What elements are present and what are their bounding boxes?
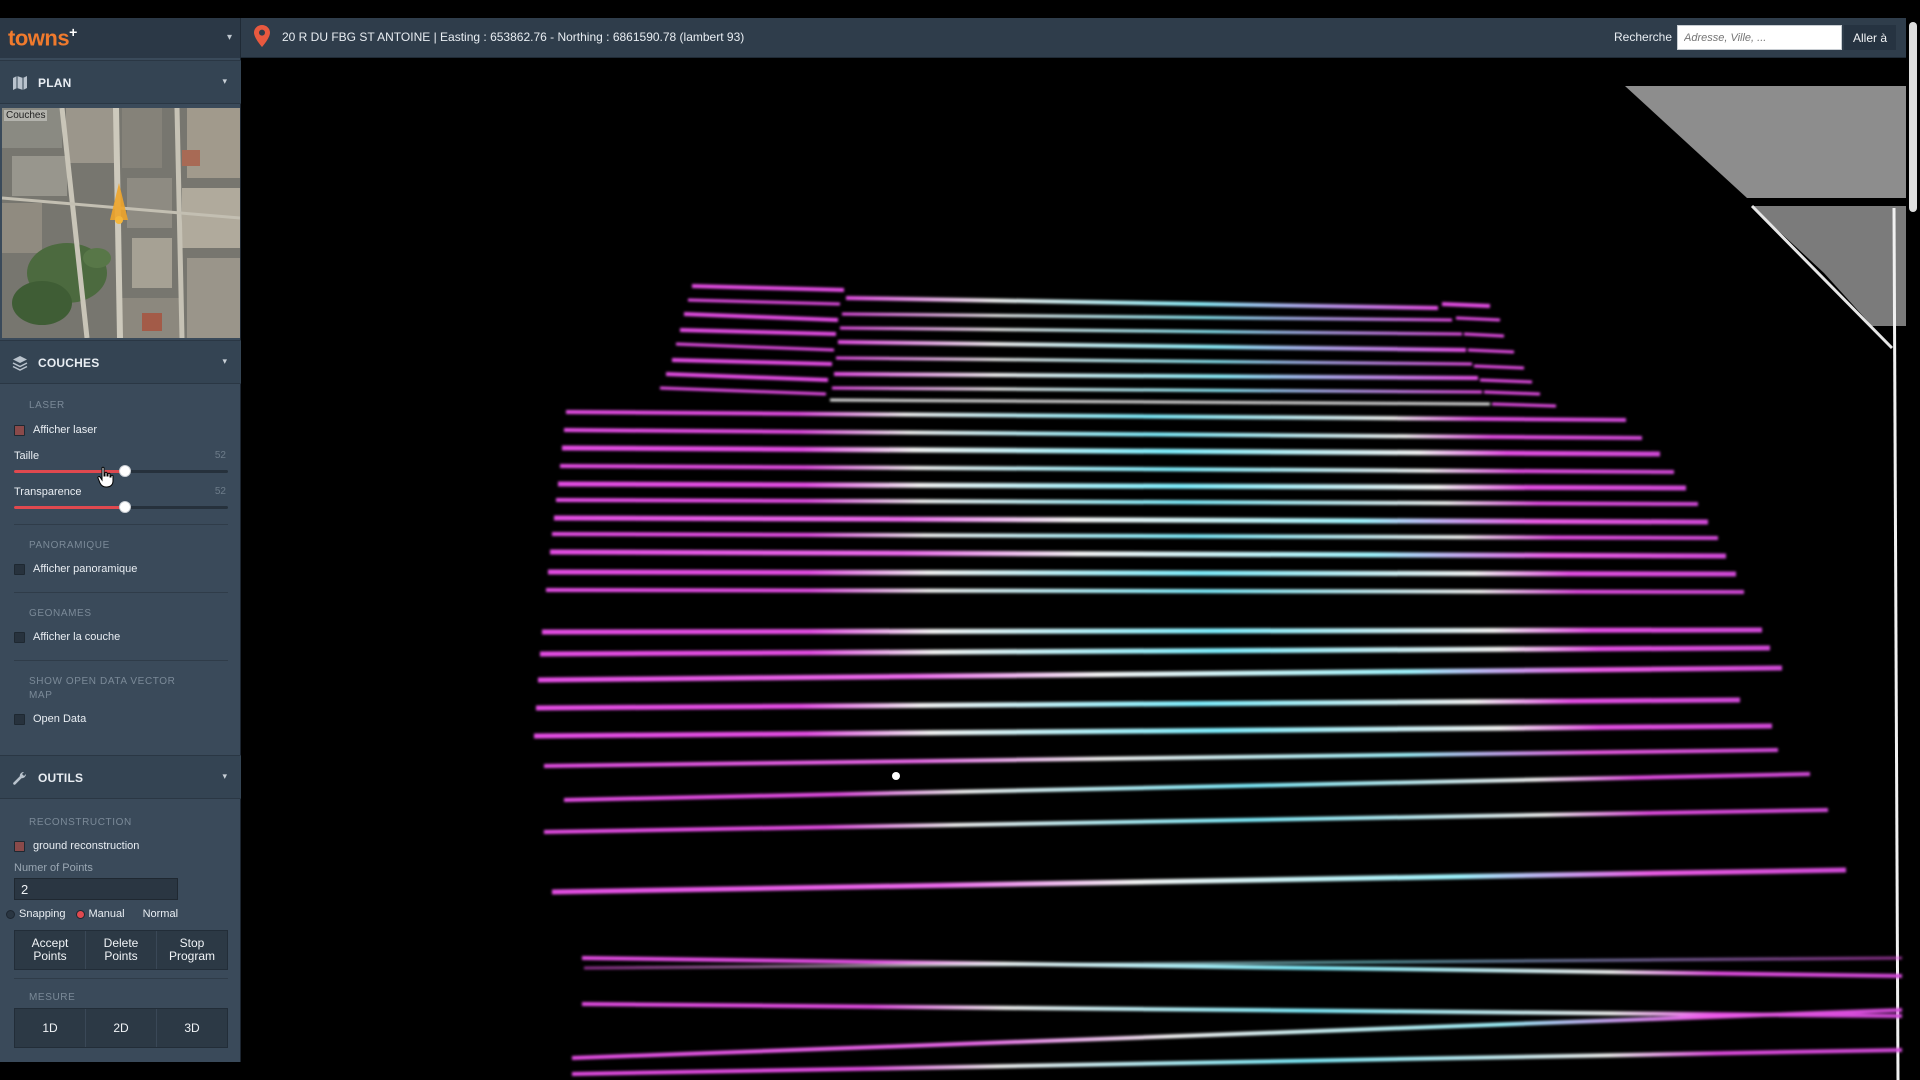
- show-panoramic-label: Afficher panoramique: [33, 563, 138, 575]
- measure-2d-button[interactable]: 2D: [86, 1009, 157, 1047]
- group-mesure-label: MESURE: [29, 992, 76, 1003]
- divider: [14, 660, 228, 661]
- show-laser-checkbox-row[interactable]: Afficher laser: [14, 422, 97, 438]
- point-cloud-render: [533, 86, 1906, 1080]
- divider: [14, 524, 228, 525]
- snapping-radio[interactable]: [6, 909, 15, 919]
- divider: [14, 978, 228, 979]
- open-data-checkbox[interactable]: [14, 713, 25, 725]
- chevron-down-icon[interactable]: ▾: [227, 32, 232, 43]
- delete-points-button[interactable]: Delete Points: [86, 931, 157, 969]
- logo-plus: +: [69, 24, 77, 40]
- transparency-slider-fill: [14, 506, 126, 509]
- manual-label: Manual: [88, 908, 125, 920]
- size-slider-label: Taille: [14, 450, 40, 462]
- group-reconstruction-label: RECONSTRUCTION: [29, 817, 132, 828]
- transparency-slider-handle[interactable]: [119, 501, 132, 513]
- logo-menu[interactable]: towns+ ▾: [0, 18, 241, 58]
- size-slider-value: 52: [214, 450, 226, 461]
- section-couches-header[interactable]: COUCHES ▾: [0, 340, 241, 384]
- transparency-slider-value: 52: [214, 486, 226, 497]
- show-laser-label: Afficher laser: [33, 424, 97, 436]
- chevron-down-icon[interactable]: ▾: [222, 356, 227, 367]
- transparency-slider[interactable]: [14, 501, 228, 513]
- snapping-label: Snapping: [19, 908, 66, 920]
- location-pin-icon: [254, 25, 270, 47]
- group-geonames-label: GEONAMES: [29, 608, 92, 619]
- wrench-icon: [13, 771, 27, 785]
- chevron-down-icon[interactable]: ▾: [222, 76, 227, 87]
- show-geonames-label: Afficher la couche: [33, 631, 121, 643]
- ground-reconstruction-checkbox[interactable]: [14, 840, 25, 852]
- map-layers-label[interactable]: Couches: [4, 110, 48, 121]
- size-slider[interactable]: [14, 465, 228, 477]
- divider: [14, 592, 228, 593]
- group-panoramique-label: PANORAMIQUE: [29, 540, 110, 551]
- hand-cursor-icon: [97, 466, 114, 488]
- logo-text: towns: [8, 25, 70, 51]
- chevron-down-icon[interactable]: ▾: [222, 771, 227, 782]
- top-bar: towns+ ▾ 20 R DU FBG ST ANTOINE | Eastin…: [0, 18, 1920, 58]
- sidebar: PLAN ▾ Couches COUCHES ▾ LASER Afficher …: [0, 58, 241, 1062]
- measure-buttons: 1D 2D 3D: [14, 1008, 228, 1048]
- current-address: 20 R DU FBG ST ANTOINE | Easting : 65386…: [282, 30, 745, 44]
- measure-1d-button[interactable]: 1D: [15, 1009, 86, 1047]
- minimap[interactable]: Couches: [2, 108, 240, 338]
- mode-radio-group: Snapping Manual Normal: [6, 906, 188, 922]
- ground-reconstruction-label: ground reconstruction: [33, 840, 140, 852]
- measure-3d-button[interactable]: 3D: [157, 1009, 227, 1047]
- accept-points-button[interactable]: Accept Points: [15, 931, 86, 969]
- show-geonames-checkbox-row[interactable]: Afficher la couche: [14, 629, 120, 645]
- top-strip: [0, 0, 1920, 18]
- group-laser-label: LASER: [29, 400, 65, 411]
- size-slider-handle[interactable]: [119, 465, 132, 477]
- section-plan-title: PLAN: [38, 76, 72, 90]
- number-of-points-label: Numer of Points: [14, 862, 93, 874]
- go-button[interactable]: Aller à: [1844, 25, 1896, 50]
- normal-option[interactable]: Normal: [143, 908, 178, 920]
- scrollbar-thumb[interactable]: [1909, 22, 1917, 212]
- stop-program-button[interactable]: Stop Program: [157, 931, 227, 969]
- layers-icon: [12, 356, 28, 371]
- laser-scan-lines: [533, 284, 1903, 1076]
- show-geonames-checkbox[interactable]: [14, 631, 25, 643]
- app-logo: towns+: [8, 24, 77, 51]
- 3d-point-cloud-viewport[interactable]: [242, 58, 1906, 1080]
- group-opendata-label: SHOW OPEN DATA VECTOR MAP: [29, 676, 176, 701]
- reconstruction-buttons: Accept Points Delete Points Stop Program: [14, 930, 228, 970]
- search-label: Recherche: [1614, 30, 1673, 44]
- section-couches-title: COUCHES: [38, 356, 100, 370]
- building-surface: [1752, 206, 1906, 326]
- number-of-points-input[interactable]: [14, 878, 178, 900]
- aerial-map-image: [2, 108, 240, 338]
- manual-radio[interactable]: [75, 909, 85, 919]
- show-laser-checkbox[interactable]: [14, 424, 25, 436]
- show-panoramic-checkbox-row[interactable]: Afficher panoramique: [14, 561, 137, 577]
- open-data-label: Open Data: [33, 713, 87, 725]
- search-input[interactable]: [1677, 25, 1842, 50]
- viewport-scrollbar[interactable]: [1906, 18, 1920, 1080]
- open-data-checkbox-row[interactable]: Open Data: [14, 711, 86, 727]
- building-edge: [1892, 207, 1900, 1080]
- ground-reconstruction-checkbox-row[interactable]: ground reconstruction: [14, 838, 139, 854]
- section-outils-header[interactable]: OUTILS ▾: [0, 755, 241, 799]
- show-panoramic-checkbox[interactable]: [14, 563, 25, 575]
- reconstruction-point[interactable]: [892, 772, 900, 780]
- map-icon: [13, 76, 27, 90]
- section-outils-title: OUTILS: [38, 771, 84, 785]
- building-surface: [1625, 86, 1906, 198]
- transparency-slider-label: Transparence: [14, 486, 82, 498]
- section-plan-header[interactable]: PLAN ▾: [0, 60, 241, 104]
